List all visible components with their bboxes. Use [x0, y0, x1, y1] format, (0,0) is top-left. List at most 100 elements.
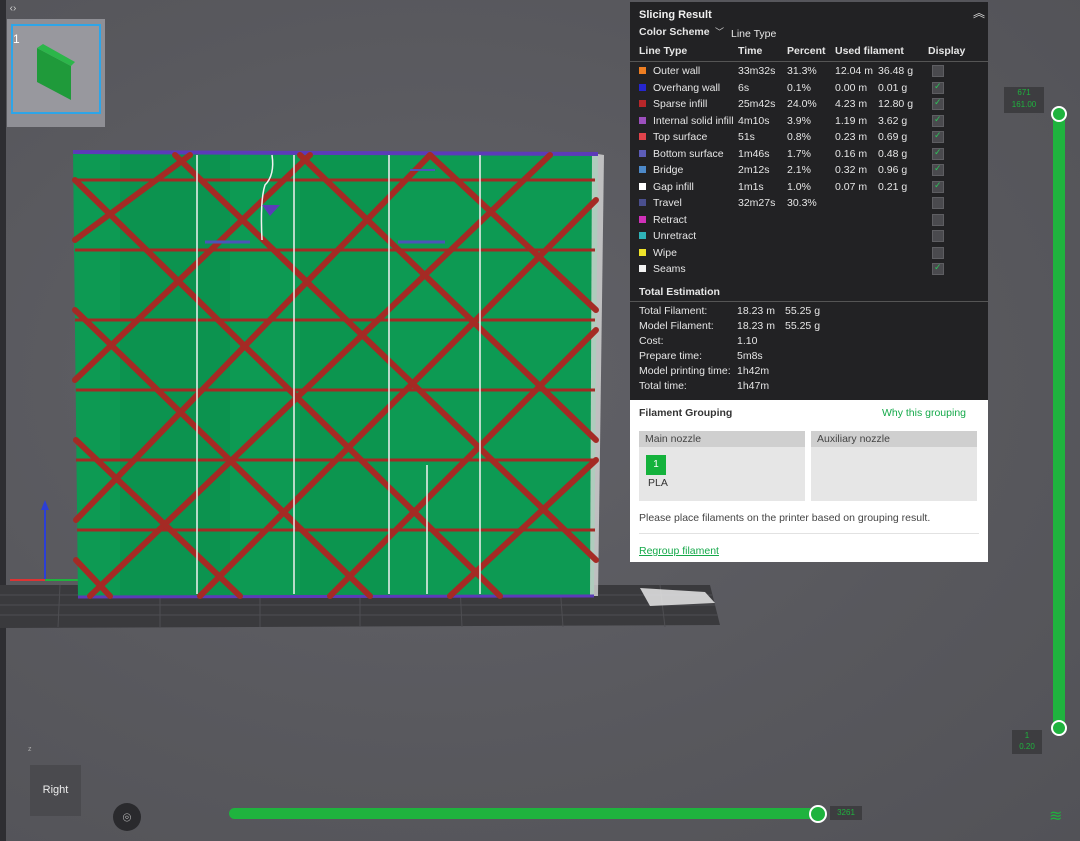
line-type-row: Retract [630, 212, 988, 228]
line-type-name: Top surface [653, 131, 708, 143]
color-swatch [639, 166, 646, 173]
total-value: 18.23 m [737, 305, 775, 317]
line-length: 0.16 m [835, 147, 868, 160]
line-type-name: Retract [653, 213, 687, 226]
line-type-name: Wipe [653, 246, 677, 259]
display-checkbox[interactable] [932, 81, 944, 94]
display-checkbox[interactable] [932, 213, 944, 226]
color-swatch [639, 199, 646, 206]
total-value: 1h42m [737, 365, 770, 377]
color-swatch [639, 67, 646, 74]
display-checkbox[interactable] [932, 97, 944, 110]
regroup-filament-link[interactable]: Regroup filament [639, 545, 719, 557]
total-row: Total time: 1h47m [639, 380, 979, 395]
total-row: Model Filament: 18.23 m 55.25 g [639, 320, 979, 335]
line-type-row: Top surface 51s 0.8% 0.23 m 0.69 g [630, 129, 988, 145]
display-checkbox[interactable] [932, 262, 944, 275]
color-swatch [639, 83, 646, 91]
line-time: 33m32s [738, 65, 776, 77]
layer-bottom-handle[interactable] [1051, 720, 1067, 736]
line-length: 4.23 m [835, 98, 868, 110]
filament-chip[interactable]: 1 [646, 455, 666, 475]
color-swatch [639, 100, 646, 107]
line-type-name: Seams [653, 263, 686, 275]
color-swatch [639, 116, 646, 124]
why-grouping-link[interactable]: Why this grouping [882, 407, 966, 419]
display-checkbox[interactable] [932, 180, 944, 193]
line-weight: 0.48 g [878, 147, 908, 160]
line-type-name: Overhang wall [653, 81, 721, 94]
layer-slider[interactable] [1053, 110, 1065, 728]
auxiliary-nozzle-label: Auxiliary nozzle [811, 431, 977, 447]
line-percent: 0.8% [787, 131, 811, 143]
filament-type-label: PLA [648, 477, 668, 489]
total-row: Total Filament: 18.23 m 55.25 g [639, 305, 979, 320]
total-weight: 55.25 g [785, 320, 821, 332]
move-slider-handle[interactable] [809, 805, 827, 823]
line-time: 2m12s [738, 164, 770, 176]
total-label: Prepare time: [639, 350, 703, 362]
view-cube[interactable]: Right [30, 765, 81, 816]
total-label: Total time: [639, 380, 687, 392]
display-checkbox[interactable] [932, 65, 944, 77]
display-checkbox[interactable] [932, 246, 944, 259]
layer-top-label: 671 161.00 [1004, 87, 1044, 113]
collapse-panel-icon[interactable]: ︽ [973, 4, 985, 21]
total-label: Total Filament: [639, 305, 708, 317]
chevron-down-icon[interactable]: ﹀ [715, 25, 724, 38]
header-divider [630, 61, 988, 62]
color-swatch [639, 133, 646, 140]
color-swatch [639, 232, 646, 239]
layer-top-handle[interactable] [1051, 106, 1067, 122]
line-length: 0.32 m [835, 164, 868, 176]
display-checkbox[interactable] [932, 163, 944, 176]
display-checkbox[interactable] [932, 114, 944, 127]
line-time: 25m42s [738, 98, 776, 110]
line-type-row: Bottom surface 1m46s 1.7% 0.16 m 0.48 g [630, 146, 988, 162]
filament-grouping-panel: Filament Grouping Why this grouping Main… [630, 400, 988, 562]
line-weight: 0.69 g [878, 131, 908, 143]
color-swatch [639, 248, 646, 256]
total-row: Cost: 1.10 [639, 335, 979, 350]
move-slider-value: 3261 [830, 806, 862, 820]
line-type-row: Seams [630, 261, 988, 277]
total-estimation-title: Total Estimation [639, 286, 720, 298]
line-weight: 3.62 g [878, 114, 908, 127]
total-value: 1h47m [737, 380, 770, 392]
line-length: 12.04 m [835, 65, 873, 77]
display-checkbox[interactable] [932, 230, 944, 242]
display-checkbox[interactable] [932, 197, 944, 209]
color-scheme-dropdown[interactable]: Line Type [731, 28, 776, 40]
line-type-name: Outer wall [653, 65, 701, 77]
line-type-row: Travel 32m27s 30.3% [630, 195, 988, 211]
line-length: 0.00 m [835, 81, 868, 94]
line-weight: 36.48 g [878, 65, 914, 77]
camera-reset-icon[interactable]: ⌾ [113, 803, 141, 831]
line-percent: 24.0% [787, 98, 817, 110]
total-label: Model printing time: [639, 365, 731, 377]
line-type-row: Bridge 2m12s 2.1% 0.32 m 0.96 g [630, 162, 988, 178]
color-swatch [639, 265, 646, 272]
line-percent: 31.3% [787, 65, 817, 77]
line-type-row: Outer wall 33m32s 31.3% 12.04 m 36.48 g [630, 63, 988, 79]
layers-icon[interactable]: ≋ [1049, 806, 1062, 826]
total-row: Prepare time: 5m8s [639, 350, 979, 365]
slicing-result-panel: Slicing Result ︽ Color Scheme ﹀ Line Typ… [630, 2, 988, 400]
line-weight: 0.96 g [878, 164, 908, 176]
display-checkbox[interactable] [932, 130, 944, 143]
line-percent: 30.3% [787, 197, 817, 209]
grouping-message: Please place filaments on the printer ba… [639, 512, 931, 524]
line-percent: 0.1% [787, 81, 811, 94]
view-axis-label: z [28, 746, 32, 753]
line-length: 0.07 m [835, 180, 868, 193]
line-weight: 12.80 g [878, 98, 914, 110]
line-length: 0.23 m [835, 131, 868, 143]
line-type-name: Unretract [653, 230, 697, 242]
color-swatch [639, 215, 646, 223]
color-scheme-label: Color Scheme [639, 26, 710, 38]
main-nozzle-label: Main nozzle [639, 431, 805, 447]
display-checkbox[interactable] [932, 147, 944, 160]
filament-grouping-title: Filament Grouping [639, 407, 733, 419]
move-slider[interactable] [229, 808, 823, 819]
line-time: 1m46s [738, 147, 770, 160]
